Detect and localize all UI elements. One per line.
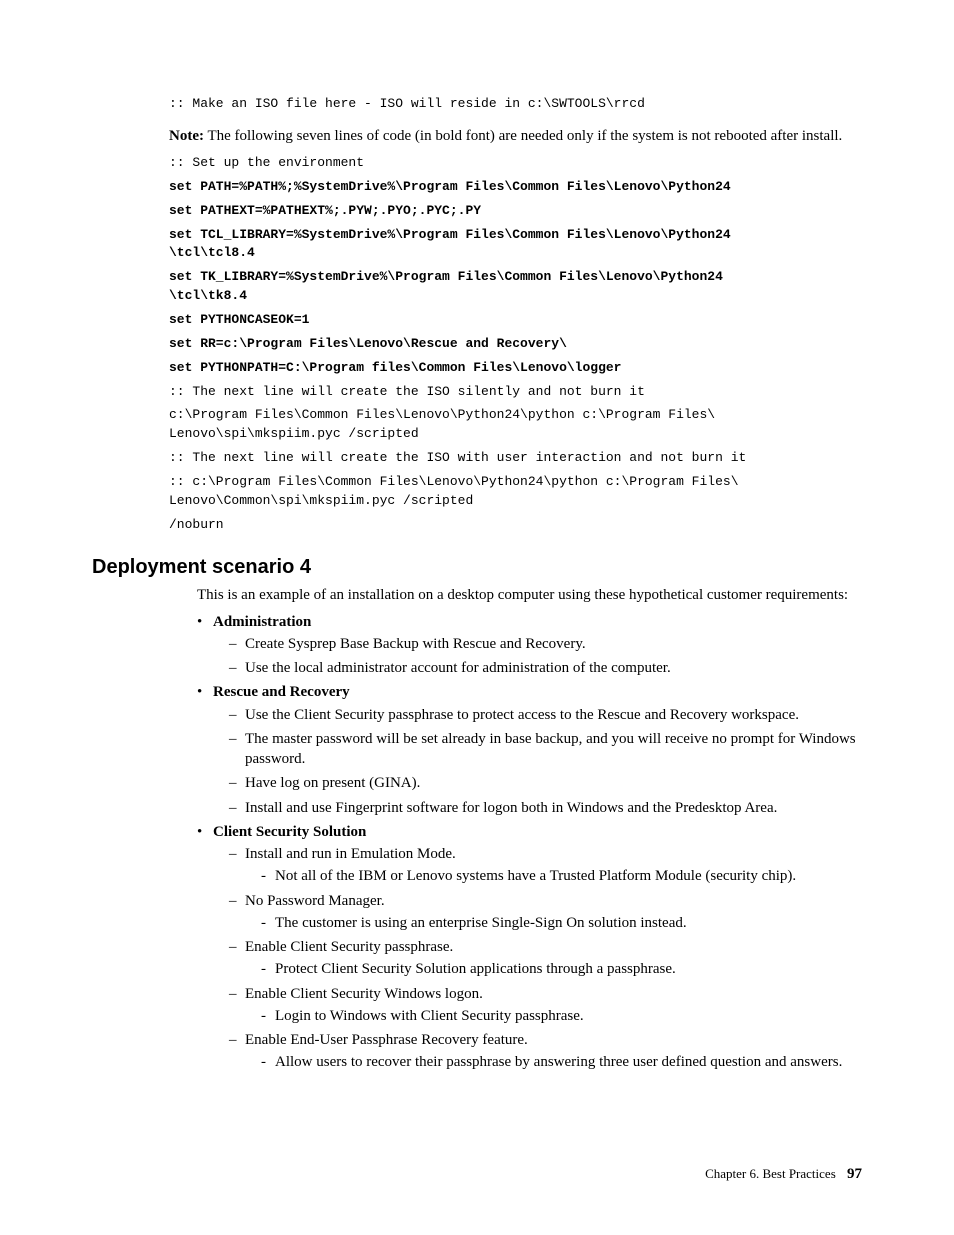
list-item: Install and use Fingerprint software for… [229,798,862,818]
note-paragraph: Note: The following seven lines of code … [169,126,862,146]
code-line-bold: set RR=c:\Program Files\Lenovo\Rescue an… [169,335,862,354]
list-item: Administration Create Sysprep Base Backu… [197,612,862,679]
intro-paragraph: This is an example of an installation on… [197,585,862,605]
list-item: The master password will be set already … [229,729,862,770]
code-line-bold: set TK_LIBRARY=%SystemDrive%\Program Fil… [169,268,862,306]
list-item-text: Install and run in Emulation Mode. [245,846,456,862]
list-item: Enable Client Security passphrase. Prote… [229,937,862,980]
footer-page-number: 97 [847,1166,862,1182]
code-line: :: c:\Program Files\Common Files\Lenovo\… [169,473,862,511]
code-line: c:\Program Files\Common Files\Lenovo\Pyt… [169,406,862,444]
list-item: Allow users to recover their passphrase … [261,1052,862,1072]
list-item-text: Enable Client Security Windows logon. [245,986,483,1002]
list-item-label: Administration [213,614,311,630]
code-line-bold: set PATHEXT=%PATHEXT%;.PYW;.PYO;.PYC;.PY [169,202,862,221]
code-line: :: The next line will create the ISO sil… [169,383,862,402]
note-label: Note: [169,128,204,144]
footer-chapter: Chapter 6. Best Practices [705,1166,836,1181]
list-item: Install and run in Emulation Mode. Not a… [229,844,862,887]
code-line-bold: set PYTHONPATH=C:\Program files\Common F… [169,359,862,378]
list-item: Enable Client Security Windows logon. Lo… [229,984,862,1027]
code-line-bold: set PATH=%PATH%;%SystemDrive%\Program Fi… [169,178,862,197]
list-item: Client Security Solution Install and run… [197,822,862,1073]
list-item: Rescue and Recovery Use the Client Secur… [197,682,862,818]
section-heading: Deployment scenario 4 [92,556,862,579]
code-line-bold: set TCL_LIBRARY=%SystemDrive%\Program Fi… [169,226,862,264]
list-item: Enable End-User Passphrase Recovery feat… [229,1030,862,1073]
list-item-text: No Password Manager. [245,893,385,909]
list-item: Protect Client Security Solution applica… [261,959,862,979]
list-item: Have log on present (GINA). [229,773,862,793]
list-item: Use the Client Security passphrase to pr… [229,705,862,725]
list-item: Not all of the IBM or Lenovo systems hav… [261,866,862,886]
list-item-label: Rescue and Recovery [213,684,350,700]
code-line: :: Make an ISO file here - ISO will resi… [169,95,862,114]
list-item: Login to Windows with Client Security pa… [261,1006,862,1026]
code-line-bold: set PYTHONCASEOK=1 [169,311,862,330]
list-item: Create Sysprep Base Backup with Rescue a… [229,634,862,654]
list-item: No Password Manager. The customer is usi… [229,891,862,934]
list-item-text: Enable End-User Passphrase Recovery feat… [245,1032,528,1048]
list-item-text: Enable Client Security passphrase. [245,939,453,955]
code-line: /noburn [169,516,862,535]
code-line: :: The next line will create the ISO wit… [169,449,862,468]
note-text: The following seven lines of code (in bo… [204,128,842,144]
list-item: The customer is using an enterprise Sing… [261,913,862,933]
list-item-label: Client Security Solution [213,824,366,840]
page-footer: Chapter 6. Best Practices 97 [705,1166,862,1183]
list-item: Use the local administrator account for … [229,658,862,678]
code-line: :: Set up the environment [169,154,862,173]
